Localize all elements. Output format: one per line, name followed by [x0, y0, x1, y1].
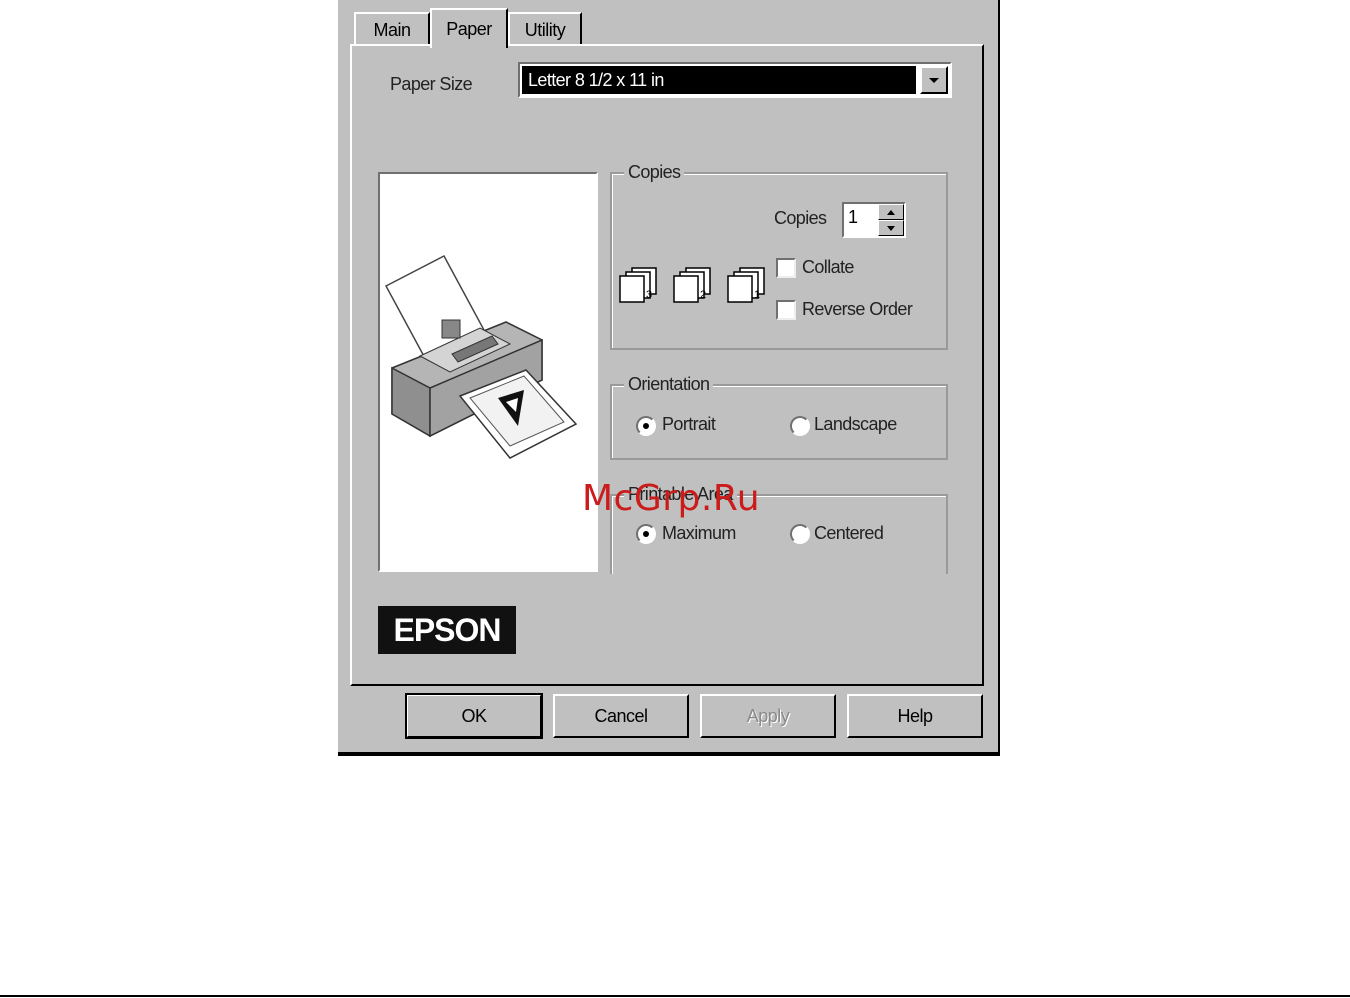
spin-up-button[interactable]: [878, 204, 904, 220]
watermark-text: McGrp.Ru: [582, 478, 761, 519]
landscape-label: Landscape: [814, 414, 897, 434]
dropdown-button[interactable]: [920, 66, 948, 94]
maximum-radio[interactable]: [636, 524, 656, 544]
printer-preview: [378, 172, 598, 572]
orientation-group: Orientation: [610, 374, 948, 460]
apply-button-label: Apply: [746, 705, 790, 726]
copies-value: 1: [848, 207, 859, 227]
copies-label: Copies: [774, 208, 827, 228]
copies-group-title: Copies: [624, 162, 685, 183]
paper-size-label: Paper Size: [390, 74, 473, 94]
printer-illustration: [384, 254, 578, 459]
tab-paper[interactable]: Paper: [430, 8, 508, 48]
portrait-label: Portrait: [662, 414, 716, 434]
collate-checkbox[interactable]: [776, 258, 796, 278]
landscape-radio[interactable]: [790, 416, 810, 436]
collate-page-icon: 2: [670, 266, 714, 306]
centered-radio[interactable]: [790, 524, 810, 544]
tab-main-label: Main: [373, 19, 411, 40]
chevron-down-icon: [929, 78, 939, 83]
tab-utility-label: Utility: [524, 19, 566, 40]
ok-button[interactable]: OK: [405, 693, 543, 739]
help-button[interactable]: Help: [847, 694, 983, 738]
collate-page-icon: 1: [724, 266, 768, 306]
apply-button[interactable]: Apply: [700, 694, 836, 738]
tab-utility[interactable]: Utility: [508, 12, 582, 46]
tab-paper-label: Paper: [446, 18, 492, 39]
page-bottom-rule: [0, 995, 1350, 997]
ok-button-label: OK: [461, 705, 487, 726]
orientation-group-title: Orientation: [624, 374, 714, 395]
arrow-down-icon: [887, 226, 895, 231]
cancel-button[interactable]: Cancel: [553, 694, 689, 738]
arrow-up-icon: [887, 210, 895, 215]
paper-size-value: Letter 8 1/2 x 11 in: [522, 66, 916, 94]
active-tab-joint: [432, 44, 506, 48]
collate-icon-number: 3: [646, 289, 652, 301]
spin-down-button[interactable]: [878, 220, 904, 236]
reverse-order-checkbox[interactable]: [776, 300, 796, 320]
collate-icon-number: 2: [700, 289, 706, 301]
epson-logo: EPSON: [378, 606, 516, 654]
cancel-button-label: Cancel: [594, 705, 648, 726]
collate-icon-number: 1: [754, 289, 760, 301]
portrait-radio[interactable]: [636, 416, 656, 436]
maximum-label: Maximum: [662, 523, 736, 543]
tab-main[interactable]: Main: [354, 12, 430, 46]
collate-label: Collate: [802, 257, 854, 277]
copies-spinner[interactable]: 1: [842, 202, 906, 238]
paper-size-select[interactable]: Letter 8 1/2 x 11 in: [518, 62, 952, 98]
reverse-order-label: Reverse Order: [802, 299, 913, 319]
collate-page-icon: 3: [616, 266, 660, 306]
centered-label: Centered: [814, 523, 884, 543]
help-button-label: Help: [897, 705, 933, 726]
